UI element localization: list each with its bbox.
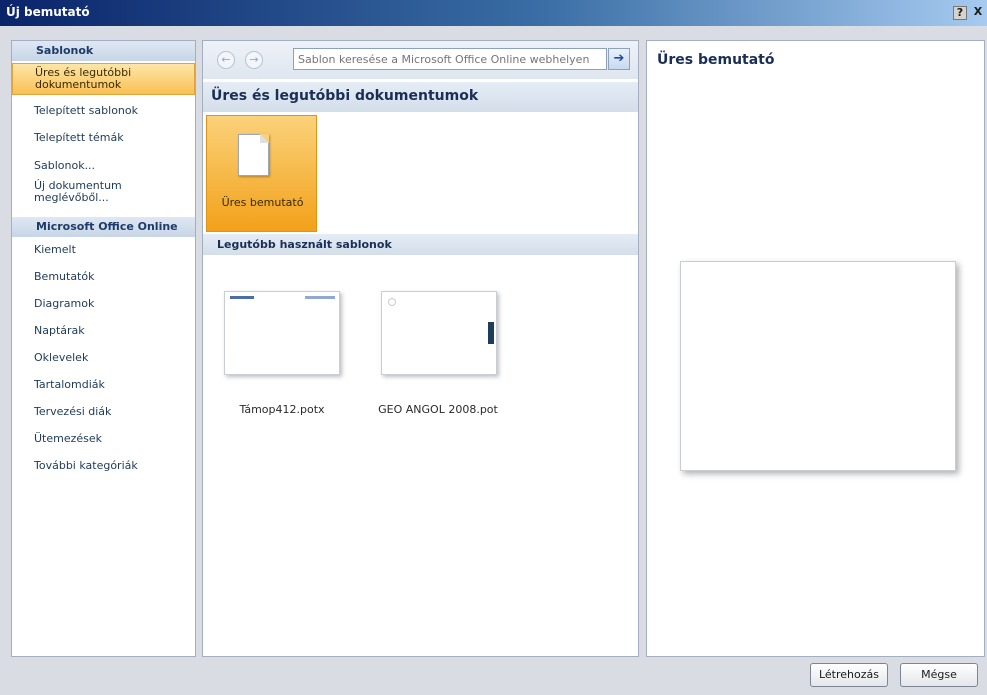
sidebar-item-more-categories[interactable]: További kategóriák: [12, 460, 195, 472]
preview-slide: [680, 261, 956, 471]
templates-panel: ← → ➔ Üres és legutóbbi dokumentumok Üre…: [202, 40, 639, 657]
sidebar-item-installed-templates[interactable]: Telepített sablonok: [12, 105, 195, 117]
search-input[interactable]: [293, 48, 607, 70]
forward-arrow-icon[interactable]: →: [245, 51, 263, 69]
search-toolbar: ← → ➔: [203, 41, 638, 79]
preview-title: Üres bemutató: [657, 52, 775, 68]
sidebar-item-new-from-existing[interactable]: Új dokumentum meglévőből...: [12, 180, 195, 204]
back-arrow-icon[interactable]: ←: [217, 51, 235, 69]
recent-template-label-1[interactable]: Támop412.potx: [209, 403, 355, 416]
create-button[interactable]: Létrehozás: [810, 663, 888, 687]
sidebar-item-installed-themes[interactable]: Telepített témák: [12, 132, 195, 144]
blank-presentation-tile[interactable]: Üres bemutató: [206, 115, 317, 232]
right-arrow-icon: ➔: [613, 51, 625, 66]
close-button[interactable]: X: [971, 6, 985, 20]
recent-template-thumbnail-1[interactable]: [224, 291, 340, 375]
sidebar-item-presentations[interactable]: Bemutatók: [12, 271, 195, 283]
sidebar-item-calendars[interactable]: Naptárak: [12, 325, 195, 337]
help-button[interactable]: ?: [953, 6, 967, 20]
recent-templates-header: Legutóbb használt sablonok: [203, 234, 638, 255]
sidebar-item-certificates[interactable]: Oklevelek: [12, 352, 195, 364]
sidebar-item-blank-recent[interactable]: Üres és legutóbbi dokumentumok: [12, 63, 195, 95]
section-header-sablonok: Sablonok: [12, 41, 195, 61]
sidebar-item-diagrams[interactable]: Diagramok: [12, 298, 195, 310]
thumbnail-decoration: [488, 322, 494, 344]
section-heading: Üres és legutóbbi dokumentumok: [203, 82, 638, 112]
thumbnail-decoration: [388, 298, 396, 306]
search-go-button[interactable]: ➔: [608, 48, 630, 70]
sidebar-item-schedules[interactable]: Ütemezések: [12, 433, 195, 445]
title-bar: Új bemutató ? X: [0, 0, 987, 26]
cancel-button[interactable]: Mégse: [900, 663, 978, 687]
sidebar-item-templates[interactable]: Sablonok...: [12, 160, 195, 172]
recent-template-thumbnail-2[interactable]: [381, 291, 497, 375]
thumbnail-decoration: [305, 296, 335, 299]
categories-panel: Sablonok Üres és legutóbbi dokumentumok …: [11, 40, 196, 657]
section-header-office-online: Microsoft Office Online: [12, 217, 195, 237]
recent-template-label-2[interactable]: GEO ANGOL 2008.pot: [363, 403, 513, 416]
thumbnail-decoration: [230, 296, 254, 299]
sidebar-item-content-slides[interactable]: Tartalomdiák: [12, 379, 195, 391]
sidebar-item-featured[interactable]: Kiemelt: [12, 244, 195, 256]
window-title: Új bemutató: [6, 5, 90, 19]
blank-presentation-label: Üres bemutató: [221, 196, 304, 209]
blank-document-icon: [238, 134, 269, 176]
preview-panel: Üres bemutató: [646, 40, 985, 657]
sidebar-item-design-slides[interactable]: Tervezési diák: [12, 406, 195, 418]
